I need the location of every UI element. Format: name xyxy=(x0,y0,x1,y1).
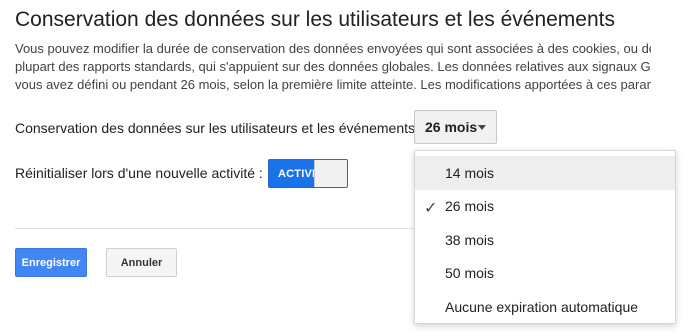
description-line: Vous pouvez modifier la durée de conserv… xyxy=(15,41,651,56)
toggle-knob[interactable] xyxy=(314,160,347,187)
reset-toggle[interactable]: ACTIVÉ xyxy=(268,159,348,188)
checkmark-icon: ✓ xyxy=(424,199,438,217)
retention-select[interactable]: 26 mois xyxy=(414,110,497,144)
menu-item-label: 14 mois xyxy=(445,164,495,181)
retention-row: Conservation des données sur les utilisa… xyxy=(15,120,444,136)
page-title: Conservation des données sur les utilisa… xyxy=(15,8,615,31)
menu-item-38-mois[interactable]: 38 mois xyxy=(415,223,675,257)
reset-row: Réinitialiser lors d'une nouvelle activi… xyxy=(15,165,284,181)
retention-label: Conservation des données sur les utilisa… xyxy=(15,120,423,136)
menu-item-14-mois[interactable]: 14 mois xyxy=(415,156,675,190)
reset-label: Réinitialiser lors d'une nouvelle activi… xyxy=(15,165,263,181)
divider xyxy=(15,228,415,229)
retention-select-value: 26 mois xyxy=(425,119,478,135)
description: Vous pouvez modifier la durée de conserv… xyxy=(15,40,651,94)
cancel-button[interactable]: Annuler xyxy=(106,248,177,277)
menu-item-50-mois[interactable]: 50 mois xyxy=(415,257,675,291)
menu-item-label: 26 mois xyxy=(445,198,495,215)
description-line: vous avez défini ou pendant 26 mois, sel… xyxy=(15,77,651,92)
menu-item-no-expiration[interactable]: Aucune expiration automatique xyxy=(415,290,675,324)
caret-down-icon xyxy=(478,125,486,130)
save-button[interactable]: Enregistrer xyxy=(15,248,87,277)
menu-item-label: Aucune expiration automatique xyxy=(445,298,639,315)
menu-item-label: 38 mois xyxy=(445,231,495,248)
retention-dropdown-menu: 14 mois ✓ 26 mois 38 mois 50 mois Aucune… xyxy=(414,150,676,324)
description-line: plupart des rapports standards, qui s'ap… xyxy=(15,59,651,74)
menu-item-26-mois[interactable]: ✓ 26 mois xyxy=(415,190,675,224)
menu-item-label: 50 mois xyxy=(445,265,495,282)
toggle-label: ACTIVÉ xyxy=(278,167,320,180)
